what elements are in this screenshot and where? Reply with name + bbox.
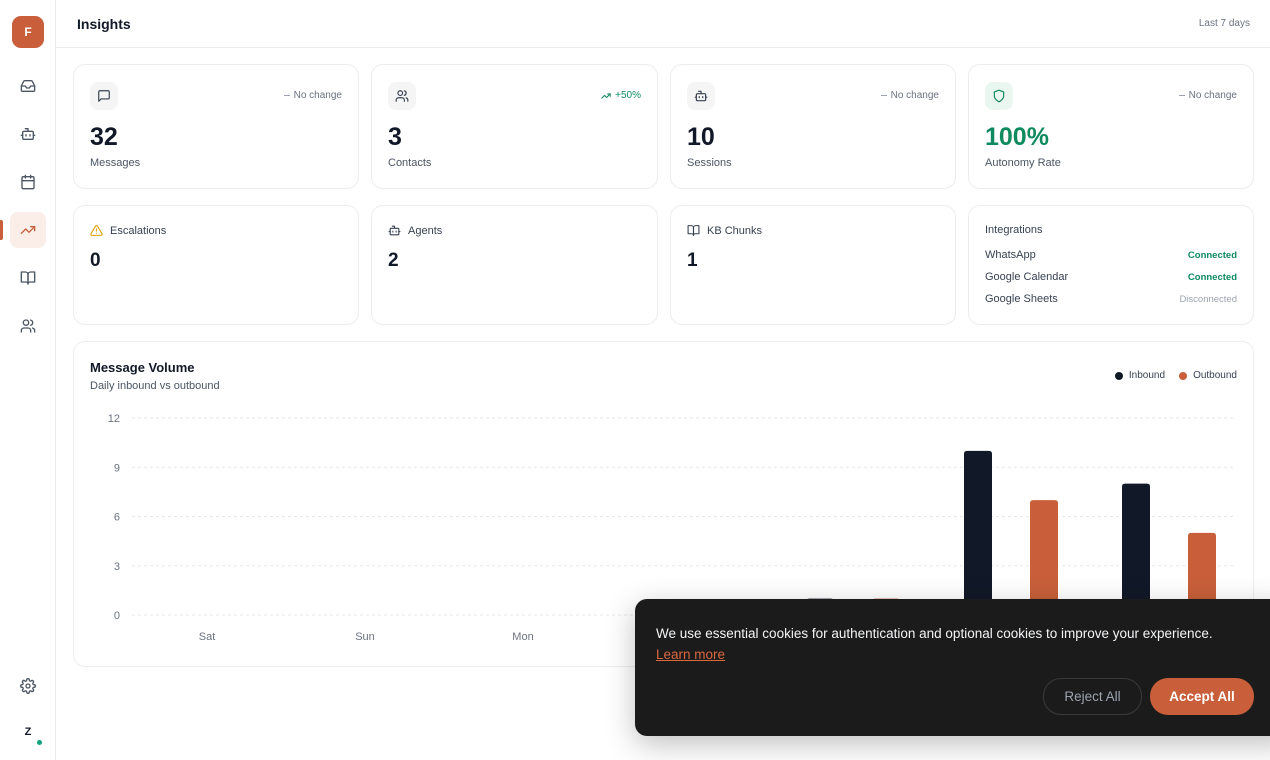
y-tick-label: 9 <box>114 462 120 474</box>
page-header: Insights Last 7 days <box>56 0 1270 48</box>
calendar-icon <box>21 174 35 190</box>
stat-label: Messages <box>90 157 141 169</box>
stat-label: Sessions <box>687 157 732 169</box>
shield-icon <box>985 82 1013 110</box>
card-header: KB Chunks <box>687 224 762 237</box>
bot-icon <box>687 82 715 110</box>
integration-status: Connected <box>1187 249 1237 261</box>
sidebar-item-knowledge-base[interactable] <box>10 260 46 296</box>
online-status-dot <box>37 740 42 745</box>
accept-all-button[interactable]: Accept All <box>1150 678 1254 715</box>
stat-card-autonomy-rate: No change 100% Autonomy Rate <box>968 64 1254 189</box>
book-open-icon <box>20 271 36 285</box>
stat-value: 32 <box>90 123 118 151</box>
stat-card-sessions: No change 10 Sessions <box>670 64 956 189</box>
page-title: Insights <box>77 16 131 32</box>
change-indicator: No change <box>283 90 342 101</box>
stat-card-contacts: +50% 3 Contacts <box>371 64 658 189</box>
sidebar-item-calendar[interactable] <box>10 164 46 200</box>
stat-value: 0 <box>90 250 101 271</box>
integration-name: Google Sheets <box>985 293 1058 305</box>
bar-inbound-fri[interactable] <box>1122 483 1150 615</box>
sidebar-item-contacts[interactable] <box>10 308 46 344</box>
card-label: Agents <box>408 224 443 237</box>
card-header: Escalations <box>90 224 166 237</box>
integration-row-google-calendar: Google Calendar Connected <box>985 271 1237 283</box>
sidebar-item-insights[interactable] <box>10 212 46 248</box>
legend-item-outbound: Outbound <box>1179 370 1237 381</box>
legend-swatch <box>1179 371 1188 380</box>
bot-icon <box>20 127 36 140</box>
learn-more-link[interactable]: Learn more <box>656 647 725 662</box>
chart-subtitle: Daily inbound vs outbound <box>90 380 220 392</box>
alert-triangle-icon <box>90 225 103 236</box>
users-icon <box>388 82 416 110</box>
users-icon <box>20 319 36 333</box>
message-square-icon <box>90 82 118 110</box>
gear-icon <box>20 678 36 694</box>
y-tick-label: 6 <box>114 512 120 524</box>
stat-card-kb-chunks: KB Chunks 1 <box>670 205 956 325</box>
stat-value: 10 <box>687 123 715 151</box>
integration-status: Disconnected <box>1179 293 1237 305</box>
stat-card-escalations: Escalations 0 <box>73 205 359 325</box>
integrations-card: Integrations WhatsApp Connected Google C… <box>968 205 1254 325</box>
stat-value: 100% <box>985 123 1049 151</box>
stat-label: Autonomy Rate <box>985 157 1061 169</box>
integration-row-whatsapp: WhatsApp Connected <box>985 249 1237 261</box>
change-indicator: No change <box>1178 90 1237 101</box>
integration-name: WhatsApp <box>985 249 1036 261</box>
change-indicator: No change <box>880 90 939 101</box>
stat-value: 3 <box>388 123 402 151</box>
trending-up-icon <box>601 92 611 99</box>
sidebar-item-inbox[interactable] <box>10 68 46 104</box>
integration-status: Connected <box>1187 271 1237 283</box>
change-indicator: +50% <box>601 90 641 101</box>
y-tick-label: 12 <box>108 413 120 425</box>
book-open-icon <box>687 225 700 236</box>
integration-name: Google Calendar <box>985 271 1069 283</box>
date-range-label: Last 7 days <box>1198 18 1250 29</box>
x-tick-label: Sat <box>199 631 216 643</box>
x-tick-label: Sun <box>355 631 375 643</box>
stat-value: 2 <box>388 250 399 271</box>
card-label: Escalations <box>110 224 167 237</box>
integration-row-google-sheets: Google Sheets Disconnected <box>985 293 1237 305</box>
sidebar-item-settings[interactable] <box>10 668 46 704</box>
legend-label: Outbound <box>1193 370 1237 381</box>
chart-title: Message Volume <box>90 360 195 375</box>
stat-label: Contacts <box>388 157 432 169</box>
bot-icon <box>388 225 401 236</box>
active-indicator <box>0 220 3 240</box>
y-tick-label: 3 <box>114 561 120 573</box>
integrations-title: Integrations <box>985 224 1043 236</box>
stat-card-messages: No change 32 Messages <box>73 64 359 189</box>
legend-label: Inbound <box>1128 370 1166 381</box>
bar-outbound-thu[interactable] <box>1030 500 1058 615</box>
legend-swatch <box>1114 371 1123 380</box>
cookie-text: We use essential cookies for authenticat… <box>656 626 1213 641</box>
cookie-banner: We use essential cookies for authenticat… <box>635 599 1270 736</box>
sidebar-item-agents[interactable] <box>10 116 46 152</box>
chart-legend: Inbound Outbound <box>1114 370 1237 381</box>
trending-up-icon <box>20 226 36 234</box>
cookie-message: We use essential cookies for authenticat… <box>656 623 1256 665</box>
reject-all-button[interactable]: Reject All <box>1043 678 1142 715</box>
y-tick-label: 0 <box>114 610 120 622</box>
card-header: Agents <box>388 224 442 237</box>
sidebar: F Z <box>0 0 56 760</box>
workspace-logo[interactable]: F <box>12 16 44 48</box>
inbox-icon <box>20 80 36 92</box>
stat-card-agents: Agents 2 <box>371 205 658 325</box>
stat-value: 1 <box>687 250 698 271</box>
x-tick-label: Mon <box>512 631 533 643</box>
bar-inbound-thu[interactable] <box>964 450 992 615</box>
legend-item-inbound: Inbound <box>1114 370 1166 381</box>
card-label: KB Chunks <box>707 224 763 237</box>
